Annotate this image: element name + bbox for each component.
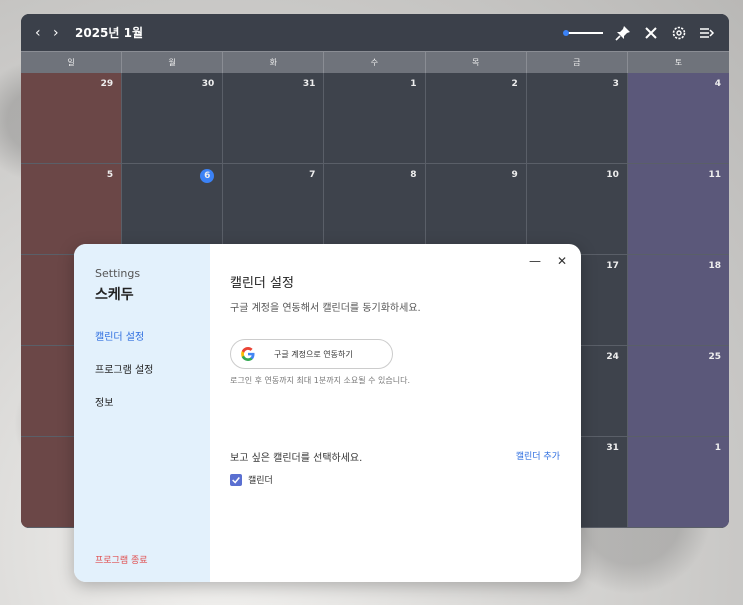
day-number: 25 <box>708 352 721 362</box>
day-number: 11 <box>708 170 721 180</box>
day-number: 1 <box>410 79 417 89</box>
day-cell[interactable]: 4 <box>627 73 729 164</box>
sidebar-item-program-settings[interactable]: 프로그램 설정 <box>95 361 210 376</box>
settings-sidebar: Settings 스케두 캘린더 설정 프로그램 설정 정보 프로그램 종료 <box>74 244 210 582</box>
day-number: 17 <box>606 261 619 271</box>
weekday-label: 일 <box>21 52 123 73</box>
sidebar-app-name: 스케두 <box>95 287 134 303</box>
weekday-label: 수 <box>324 52 426 73</box>
day-cell[interactable]: 10 <box>526 164 628 255</box>
day-number: 7 <box>309 170 316 180</box>
day-cell[interactable]: 31 <box>223 73 325 164</box>
settings-dialog: Settings 스케두 캘린더 설정 프로그램 설정 정보 프로그램 종료 —… <box>74 244 581 582</box>
month-title: 2025년 1월 <box>75 26 144 40</box>
exit-program-button[interactable]: 프로그램 종료 <box>95 553 148 566</box>
day-number: 9 <box>511 170 518 180</box>
pin-icon[interactable] <box>615 25 631 41</box>
day-number: 4 <box>714 79 721 89</box>
add-calendar-link[interactable]: 캘린더 추가 <box>516 449 560 464</box>
day-cell[interactable]: 6 <box>122 164 224 255</box>
day-number: 18 <box>708 261 721 271</box>
calendar-header: ‹ › 2025년 1월 <box>21 14 729 51</box>
gear-icon[interactable] <box>671 25 687 41</box>
day-cell[interactable]: 18 <box>627 255 729 346</box>
menu-icon[interactable] <box>699 25 715 41</box>
day-cell[interactable]: 25 <box>627 346 729 437</box>
weekday-label: 목 <box>426 52 527 73</box>
day-cell[interactable]: 8 <box>324 164 426 255</box>
calendar-checkbox-label: 캘린더 <box>248 476 273 486</box>
weekday-label: 화 <box>223 52 325 73</box>
weekday-label: 토 <box>674 58 683 67</box>
day-cell[interactable]: 5 <box>21 164 123 255</box>
calendar-select-row: 보고 싶은 캘린더를 선택하세요. 캘린더 추가 <box>230 449 560 464</box>
day-number: 2 <box>511 79 518 89</box>
day-number: 5 <box>106 170 114 180</box>
day-number: 30 <box>201 79 215 89</box>
slider-track <box>567 31 603 34</box>
weekday-label: 월 <box>122 52 224 73</box>
calendar-select-prompt: 보고 싶은 캘린더를 선택하세요. <box>230 453 363 464</box>
page-title: 캘린더 설정 <box>230 276 294 291</box>
sidebar-item-info[interactable]: 정보 <box>95 394 210 409</box>
window-buttons: — ✕ <box>529 254 567 268</box>
google-icon <box>241 347 255 361</box>
next-month-icon[interactable]: › <box>53 25 71 41</box>
day-number: 1 <box>714 443 721 453</box>
close-button[interactable]: ✕ <box>557 254 567 268</box>
calendar-list-item: 캘린더 <box>230 473 273 486</box>
login-hint: 로그인 후 연동까지 최대 1분까지 소요될 수 있습니다. <box>230 376 410 385</box>
google-link-label: 구글 계정으로 연동하기 <box>274 349 353 359</box>
day-cell[interactable]: 11 <box>627 164 729 255</box>
day-number: 6 <box>200 169 215 183</box>
day-cell[interactable]: 30 <box>122 73 224 164</box>
settings-main: — ✕ 캘린더 설정 구글 계정을 연동해서 캘린더를 동기화하세요. 구글 계… <box>210 244 581 582</box>
day-cell[interactable]: 9 <box>425 164 527 255</box>
opacity-slider[interactable] <box>563 27 603 39</box>
day-number: 24 <box>606 352 619 362</box>
day-number: 31 <box>302 79 316 89</box>
day-cell[interactable]: 7 <box>223 164 325 255</box>
day-cell[interactable]: 3 <box>526 73 628 164</box>
day-number: 10 <box>606 170 619 180</box>
sidebar-small-title: Settings <box>95 267 141 280</box>
close-icon[interactable] <box>643 25 659 41</box>
day-number: 31 <box>606 443 619 453</box>
google-link-button[interactable]: 구글 계정으로 연동하기 <box>230 339 393 369</box>
day-cell[interactable]: 2 <box>425 73 527 164</box>
weekday-header: 일 월 화 수 목 금 토 <box>21 51 729 73</box>
sidebar-item-calendar-settings[interactable]: 캘린더 설정 <box>95 328 210 343</box>
check-icon <box>232 476 240 484</box>
day-cell[interactable]: 1 <box>324 73 426 164</box>
page-subtitle: 구글 계정을 연동해서 캘린더를 동기화하세요. <box>230 303 421 314</box>
minimize-button[interactable]: — <box>529 254 541 268</box>
header-controls <box>563 25 715 41</box>
weekday-label: 금 <box>527 52 628 73</box>
day-number: 3 <box>612 79 619 89</box>
day-number: 29 <box>100 79 114 89</box>
calendar-checkbox[interactable] <box>230 473 242 486</box>
day-cell[interactable]: 1 <box>627 437 729 528</box>
day-cell[interactable]: 29 <box>21 73 123 164</box>
prev-month-icon[interactable]: ‹ <box>35 25 53 41</box>
day-number: 8 <box>410 170 417 180</box>
slider-knob[interactable] <box>563 29 569 36</box>
